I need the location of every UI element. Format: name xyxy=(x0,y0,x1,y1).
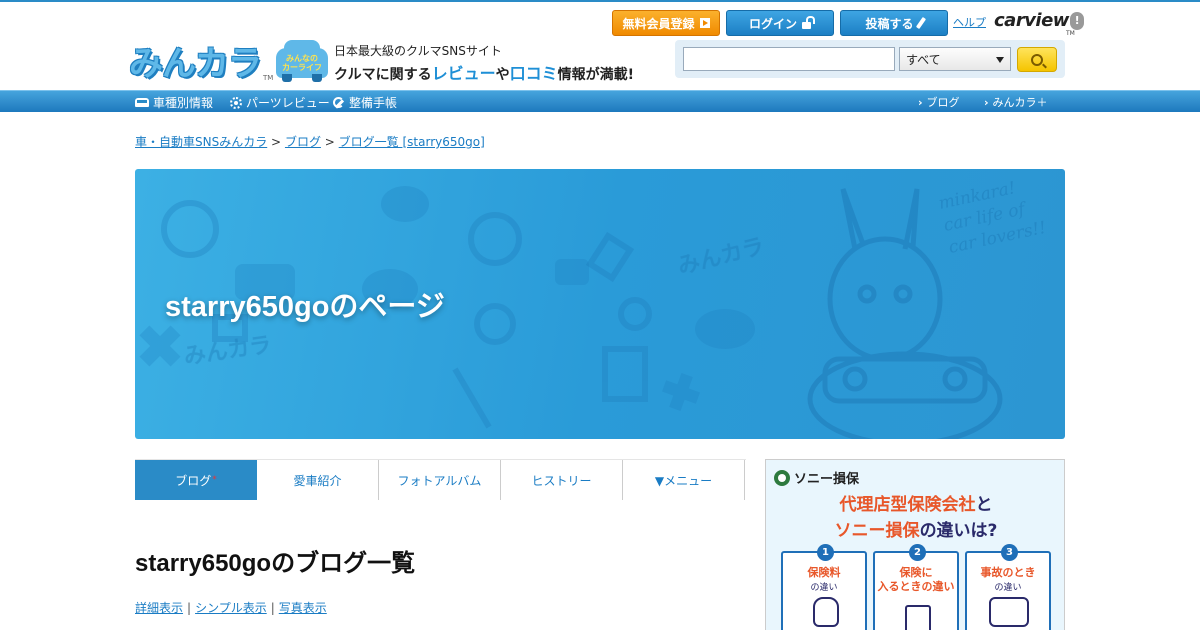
badge-line1: みんなの xyxy=(286,54,318,63)
chevron-right-icon: › xyxy=(918,95,923,109)
register-button[interactable]: 無料会員登録 xyxy=(612,10,720,36)
badge-line2: カーライフ xyxy=(282,63,322,72)
tab-my-car[interactable]: 愛車紹介 xyxy=(257,460,379,500)
nav-minkara-plus[interactable]: › みんカラ＋ xyxy=(984,94,1048,110)
profile-tabs: ブログ * 愛車紹介 フォトアルバム ヒストリー ▼メニュー xyxy=(135,459,746,500)
global-nav: 車種別情報 パーツレビュー 整備手帳 › ブログ › みんカラ＋ xyxy=(0,90,1200,112)
tab-new-mark: * xyxy=(212,475,217,485)
lock-icon xyxy=(802,15,815,29)
search-category-select[interactable]: すべて xyxy=(899,47,1011,71)
sony-insurance-ad[interactable]: ソニー損保 代理店型保険会社と ソニー損保の違いは? 1 保険料 の違い 2 保… xyxy=(765,459,1065,630)
search-icon xyxy=(1031,53,1043,66)
minkara-logo[interactable]: みんカラ TM xyxy=(129,42,273,84)
breadcrumb-blog-list[interactable]: ブログ一覧 [starry650go] xyxy=(339,135,485,149)
tagline: 日本最大級のクルマSNSサイト xyxy=(334,44,502,58)
login-label: ログイン xyxy=(748,16,797,31)
search-category-value: すべて xyxy=(906,52,941,67)
nav-maintenance[interactable]: 整備手帳 xyxy=(333,94,397,111)
smartphone-icon xyxy=(905,605,931,630)
view-detail-link[interactable]: 詳細表示 xyxy=(135,601,183,615)
arrow-box-icon xyxy=(699,18,710,28)
money-bag-icon xyxy=(813,597,839,627)
sony-logo-icon xyxy=(774,469,790,486)
banner-title: starry650goのページ xyxy=(165,291,445,323)
view-simple-link[interactable]: シンプル表示 xyxy=(195,601,267,615)
ad-headline: 代理店型保険会社と xyxy=(839,495,993,515)
search-button[interactable] xyxy=(1017,47,1057,72)
svg-text:みんカラ: みんカラ xyxy=(675,234,766,280)
ad-card: 3 事故のとき の違い xyxy=(965,544,1051,630)
gear-icon xyxy=(230,96,242,109)
ad-brand: ソニー損保 xyxy=(774,468,859,487)
svg-text:みんカラ: みんカラ xyxy=(182,333,273,370)
ad-card: 2 保険に 入るときの違い xyxy=(873,544,959,630)
exclamation-icon: ! xyxy=(1069,12,1084,30)
breadcrumb-home[interactable]: 車・自動車SNSみんカラ xyxy=(135,135,267,149)
nav-blog[interactable]: › ブログ xyxy=(918,94,960,110)
carview-tm: TM xyxy=(1066,30,1075,37)
pen-icon xyxy=(915,16,926,30)
register-label: 無料会員登録 xyxy=(622,16,695,31)
page-title: starry650goのブログ一覧 xyxy=(135,550,416,577)
help-link[interactable]: ヘルプ xyxy=(953,14,986,30)
logo-tm: TM xyxy=(263,74,274,82)
view-mode-links: 詳細表示 | シンプル表示 | 写真表示 xyxy=(135,601,327,615)
login-button[interactable]: ログイン xyxy=(726,10,834,36)
tab-blog[interactable]: ブログ * xyxy=(135,460,257,500)
logo-text: みんカラ xyxy=(129,44,262,84)
site-header: みんカラ TM みんなの カーライフ 日本最大級のクルマSNSサイト クルマに関す… xyxy=(0,4,1200,90)
breadcrumb: 車・自動車SNSみんカラ > ブログ > ブログ一覧 [starry650go] xyxy=(135,135,485,149)
tab-menu[interactable]: ▼メニュー xyxy=(623,460,745,500)
nav-parts-review[interactable]: パーツレビュー xyxy=(230,94,330,111)
tab-history[interactable]: ヒストリー xyxy=(501,460,623,500)
search-panel: すべて xyxy=(675,40,1065,78)
ad-headline-2: ソニー損保の違いは? xyxy=(834,521,998,541)
carview-logo[interactable]: carview! xyxy=(994,10,1084,31)
tagline-sub: クルマに関するレビューや口コミ情報が満載! xyxy=(334,64,635,83)
dropdown-arrow-icon xyxy=(996,57,1004,63)
tab-photo-album[interactable]: フォトアルバム xyxy=(379,460,501,500)
search-input[interactable] xyxy=(683,47,895,71)
wrench-icon xyxy=(333,96,345,109)
post-button[interactable]: 投稿する xyxy=(840,10,948,36)
ad-card: 1 保険料 の違い xyxy=(781,544,867,630)
nav-car-info[interactable]: 車種別情報 xyxy=(135,94,213,111)
car-icon xyxy=(135,98,149,107)
view-photo-link[interactable]: 写真表示 xyxy=(279,601,327,615)
car-crash-icon xyxy=(989,597,1029,627)
chevron-right-icon: › xyxy=(984,95,989,109)
post-label: 投稿する xyxy=(865,16,914,31)
breadcrumb-blog[interactable]: ブログ xyxy=(285,135,321,149)
car-life-badge-icon: みんなの カーライフ xyxy=(276,40,328,82)
profile-banner: みんカラ みんカラ minkara! car life of car lover… xyxy=(135,169,1065,439)
